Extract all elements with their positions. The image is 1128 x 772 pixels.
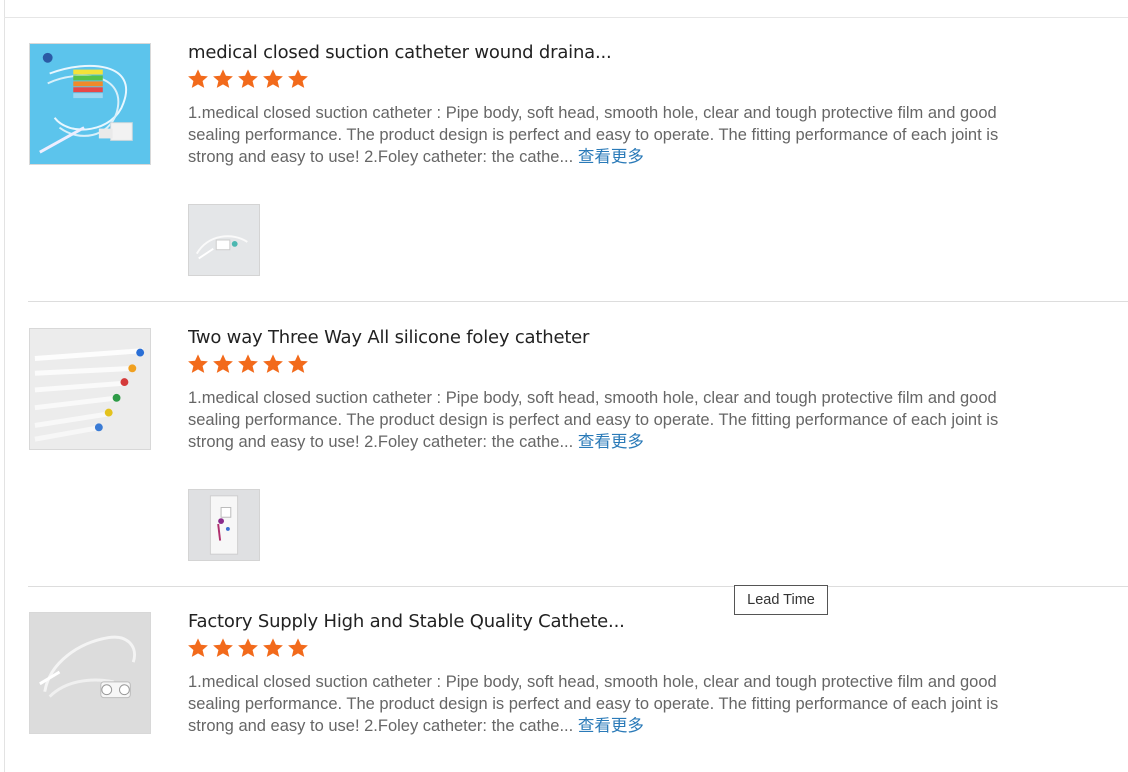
product-thumbnail[interactable]	[29, 612, 151, 734]
review-photo[interactable]	[188, 489, 260, 561]
review-divider	[28, 586, 1128, 587]
view-more-link[interactable]: 查看更多	[578, 148, 644, 166]
left-border	[4, 0, 5, 772]
star-icon	[262, 68, 287, 92]
view-more-link[interactable]: 查看更多	[578, 717, 644, 735]
star-rating	[187, 68, 312, 92]
star-icon	[237, 637, 262, 661]
star-icon	[262, 353, 287, 377]
star-icon	[212, 68, 237, 92]
star-icon	[187, 353, 212, 377]
review-photo[interactable]	[188, 204, 260, 276]
review-title[interactable]: medical closed suction catheter wound dr…	[188, 42, 708, 64]
star-icon	[287, 637, 312, 661]
review-description: 1.medical closed suction catheter : Pipe…	[188, 102, 1004, 168]
review-divider	[28, 301, 1128, 302]
review-title[interactable]: Two way Three Way All silicone foley cat…	[188, 327, 708, 349]
star-icon	[187, 68, 212, 92]
star-rating	[187, 353, 312, 377]
star-icon	[287, 353, 312, 377]
top-divider	[4, 17, 1128, 18]
star-icon	[287, 68, 312, 92]
star-icon	[237, 353, 262, 377]
view-more-link[interactable]: 查看更多	[578, 433, 644, 451]
star-icon	[237, 68, 262, 92]
product-thumbnail[interactable]	[29, 328, 151, 450]
review-description: 1.medical closed suction catheter : Pipe…	[188, 387, 1004, 453]
product-thumbnail[interactable]	[29, 43, 151, 165]
review-title[interactable]: Factory Supply High and Stable Quality C…	[188, 611, 708, 633]
lead-time-tooltip: Lead Time	[734, 585, 828, 615]
star-icon	[212, 637, 237, 661]
star-icon	[187, 637, 212, 661]
star-rating	[187, 637, 312, 661]
review-description: 1.medical closed suction catheter : Pipe…	[188, 671, 1004, 737]
star-icon	[212, 353, 237, 377]
star-icon	[262, 637, 287, 661]
